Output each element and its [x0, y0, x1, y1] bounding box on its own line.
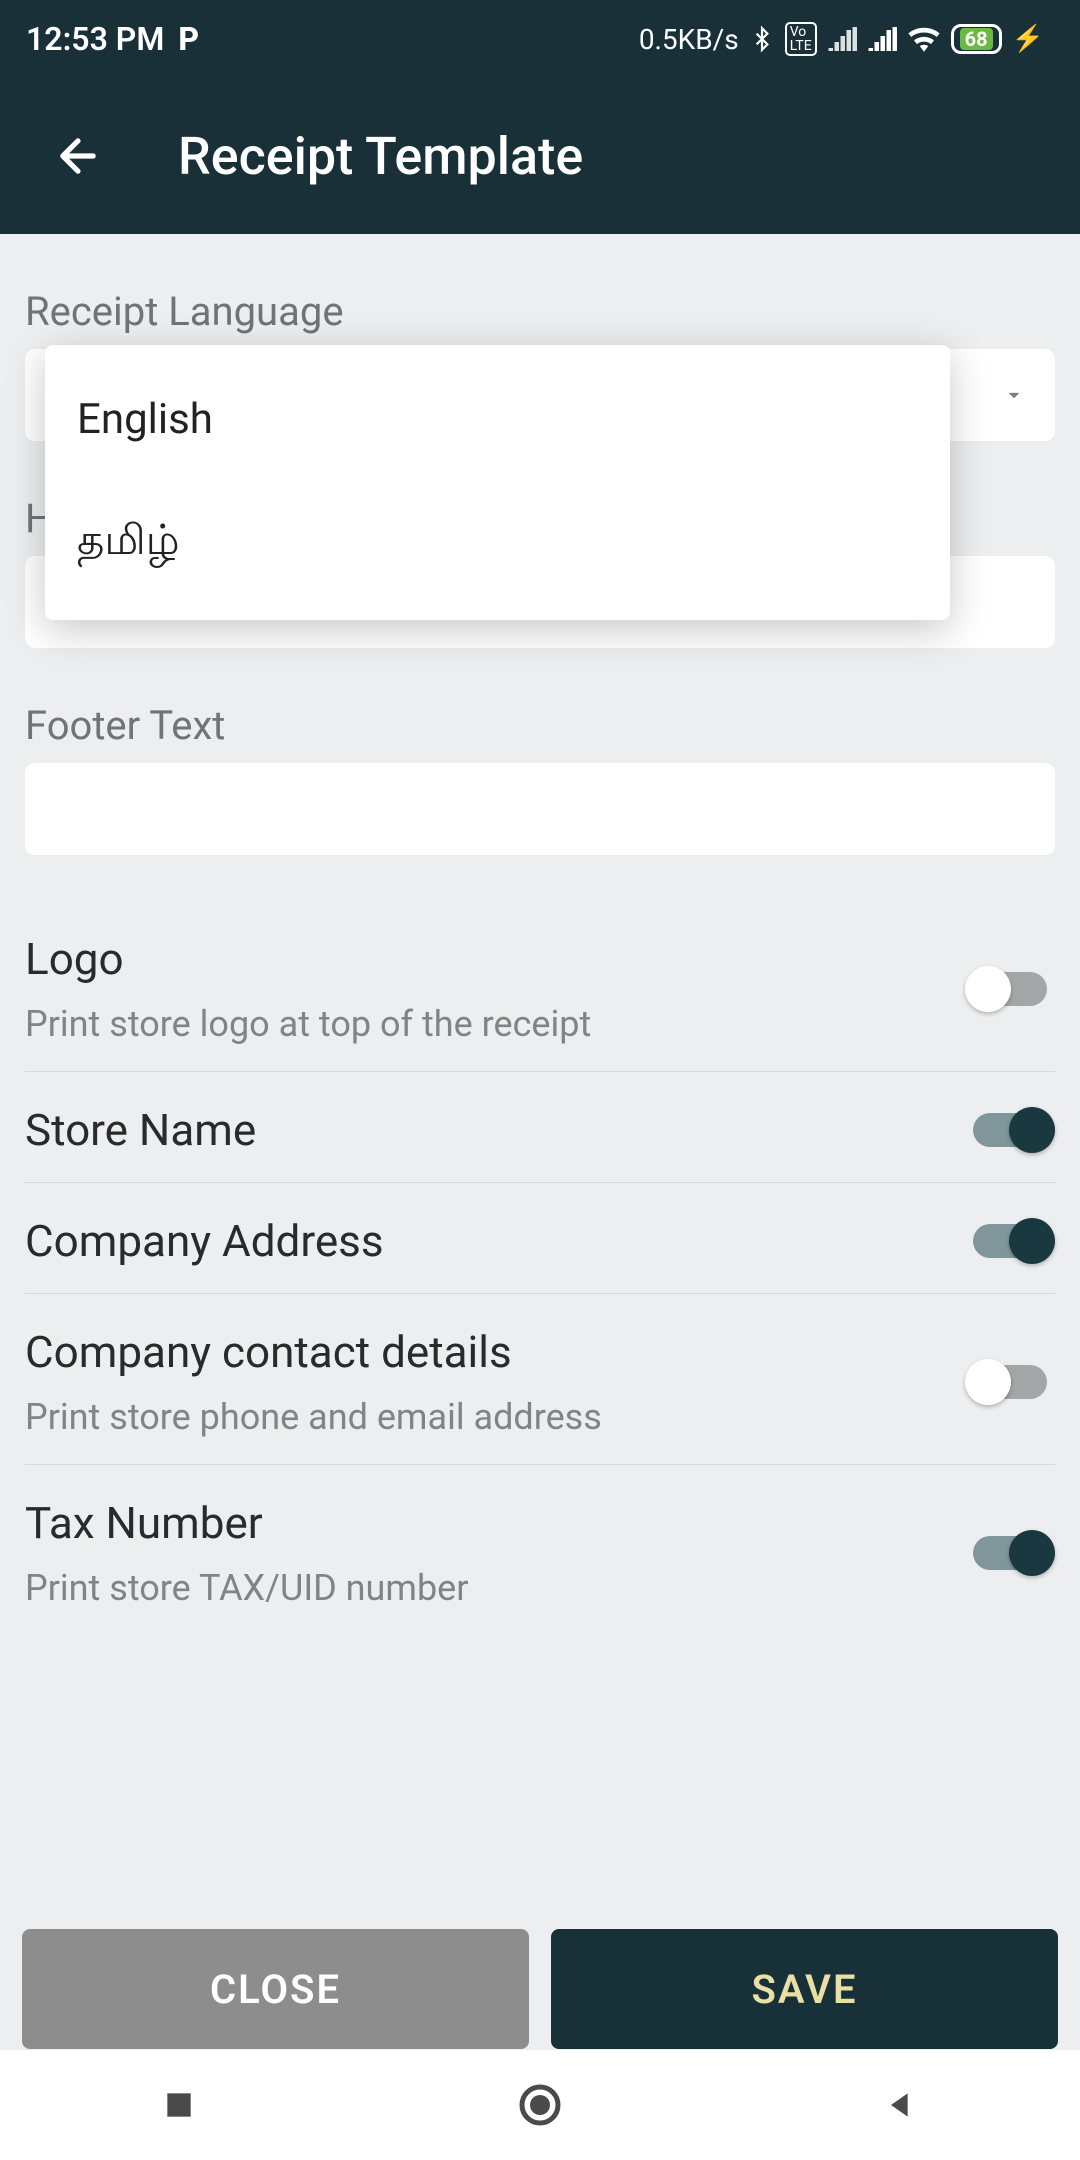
volte-icon: VoLTE [785, 22, 817, 56]
setting-company-address-switch[interactable] [965, 1218, 1055, 1264]
wifi-icon [907, 25, 941, 53]
signal-icon-1 [827, 25, 857, 53]
setting-tax-number-switch[interactable] [965, 1530, 1055, 1576]
setting-logo-title: Logo [25, 933, 591, 985]
app-bar: Receipt Template [0, 78, 1080, 234]
setting-contact-details-desc: Print store phone and email address [25, 1396, 602, 1438]
setting-company-address[interactable]: Company Address [25, 1183, 1055, 1294]
setting-tax-number[interactable]: Tax Number Print store TAX/UID number [25, 1465, 1055, 1635]
setting-logo-switch[interactable] [965, 966, 1055, 1012]
save-button[interactable]: SAVE [551, 1929, 1058, 2049]
setting-tax-number-title: Tax Number [25, 1497, 468, 1549]
nav-recent-icon[interactable] [159, 2085, 199, 2125]
battery-level: 68 [960, 28, 993, 50]
language-option-english[interactable]: English [45, 359, 950, 480]
setting-contact-details-title: Company contact details [25, 1326, 602, 1378]
back-icon[interactable] [52, 130, 104, 182]
setting-store-name-title: Store Name [25, 1104, 256, 1156]
signal-icon-2 [867, 25, 897, 53]
nav-back-icon[interactable] [881, 2085, 921, 2125]
setting-contact-details-switch[interactable] [965, 1359, 1055, 1405]
setting-store-name[interactable]: Store Name [25, 1072, 1055, 1183]
system-nav-bar [0, 2050, 1080, 2160]
setting-logo-desc: Print store logo at top of the receipt [25, 1003, 591, 1045]
footer-text-input[interactable] [25, 763, 1055, 855]
setting-contact-details[interactable]: Company contact details Print store phon… [25, 1294, 1055, 1465]
language-dropdown-popup: English தமிழ் [45, 345, 950, 620]
setting-tax-number-desc: Print store TAX/UID number [25, 1567, 468, 1609]
charging-icon: ⚡ [1012, 24, 1044, 54]
status-p-indicator: P [178, 20, 199, 58]
language-option-tamil[interactable]: தமிழ் [45, 480, 950, 606]
page-title: Receipt Template [178, 126, 583, 187]
footer-text-label: Footer Text [25, 702, 1055, 749]
status-bar: 12:53 PM P 0.5KB/s VoLTE 68 ⚡ [0, 0, 1080, 78]
setting-store-name-switch[interactable] [965, 1107, 1055, 1153]
close-button[interactable]: CLOSE [22, 1929, 529, 2049]
setting-logo[interactable]: Logo Print store logo at top of the rece… [25, 901, 1055, 1072]
setting-company-address-title: Company Address [25, 1215, 384, 1267]
chevron-down-icon [1001, 382, 1027, 408]
bluetooth-icon [749, 22, 775, 56]
receipt-language-label: Receipt Language [25, 288, 1055, 335]
battery-indicator: 68 [951, 24, 1002, 54]
nav-home-icon[interactable] [516, 2081, 564, 2129]
status-time: 12:53 PM [26, 20, 164, 58]
status-data-rate: 0.5KB/s [639, 23, 739, 56]
